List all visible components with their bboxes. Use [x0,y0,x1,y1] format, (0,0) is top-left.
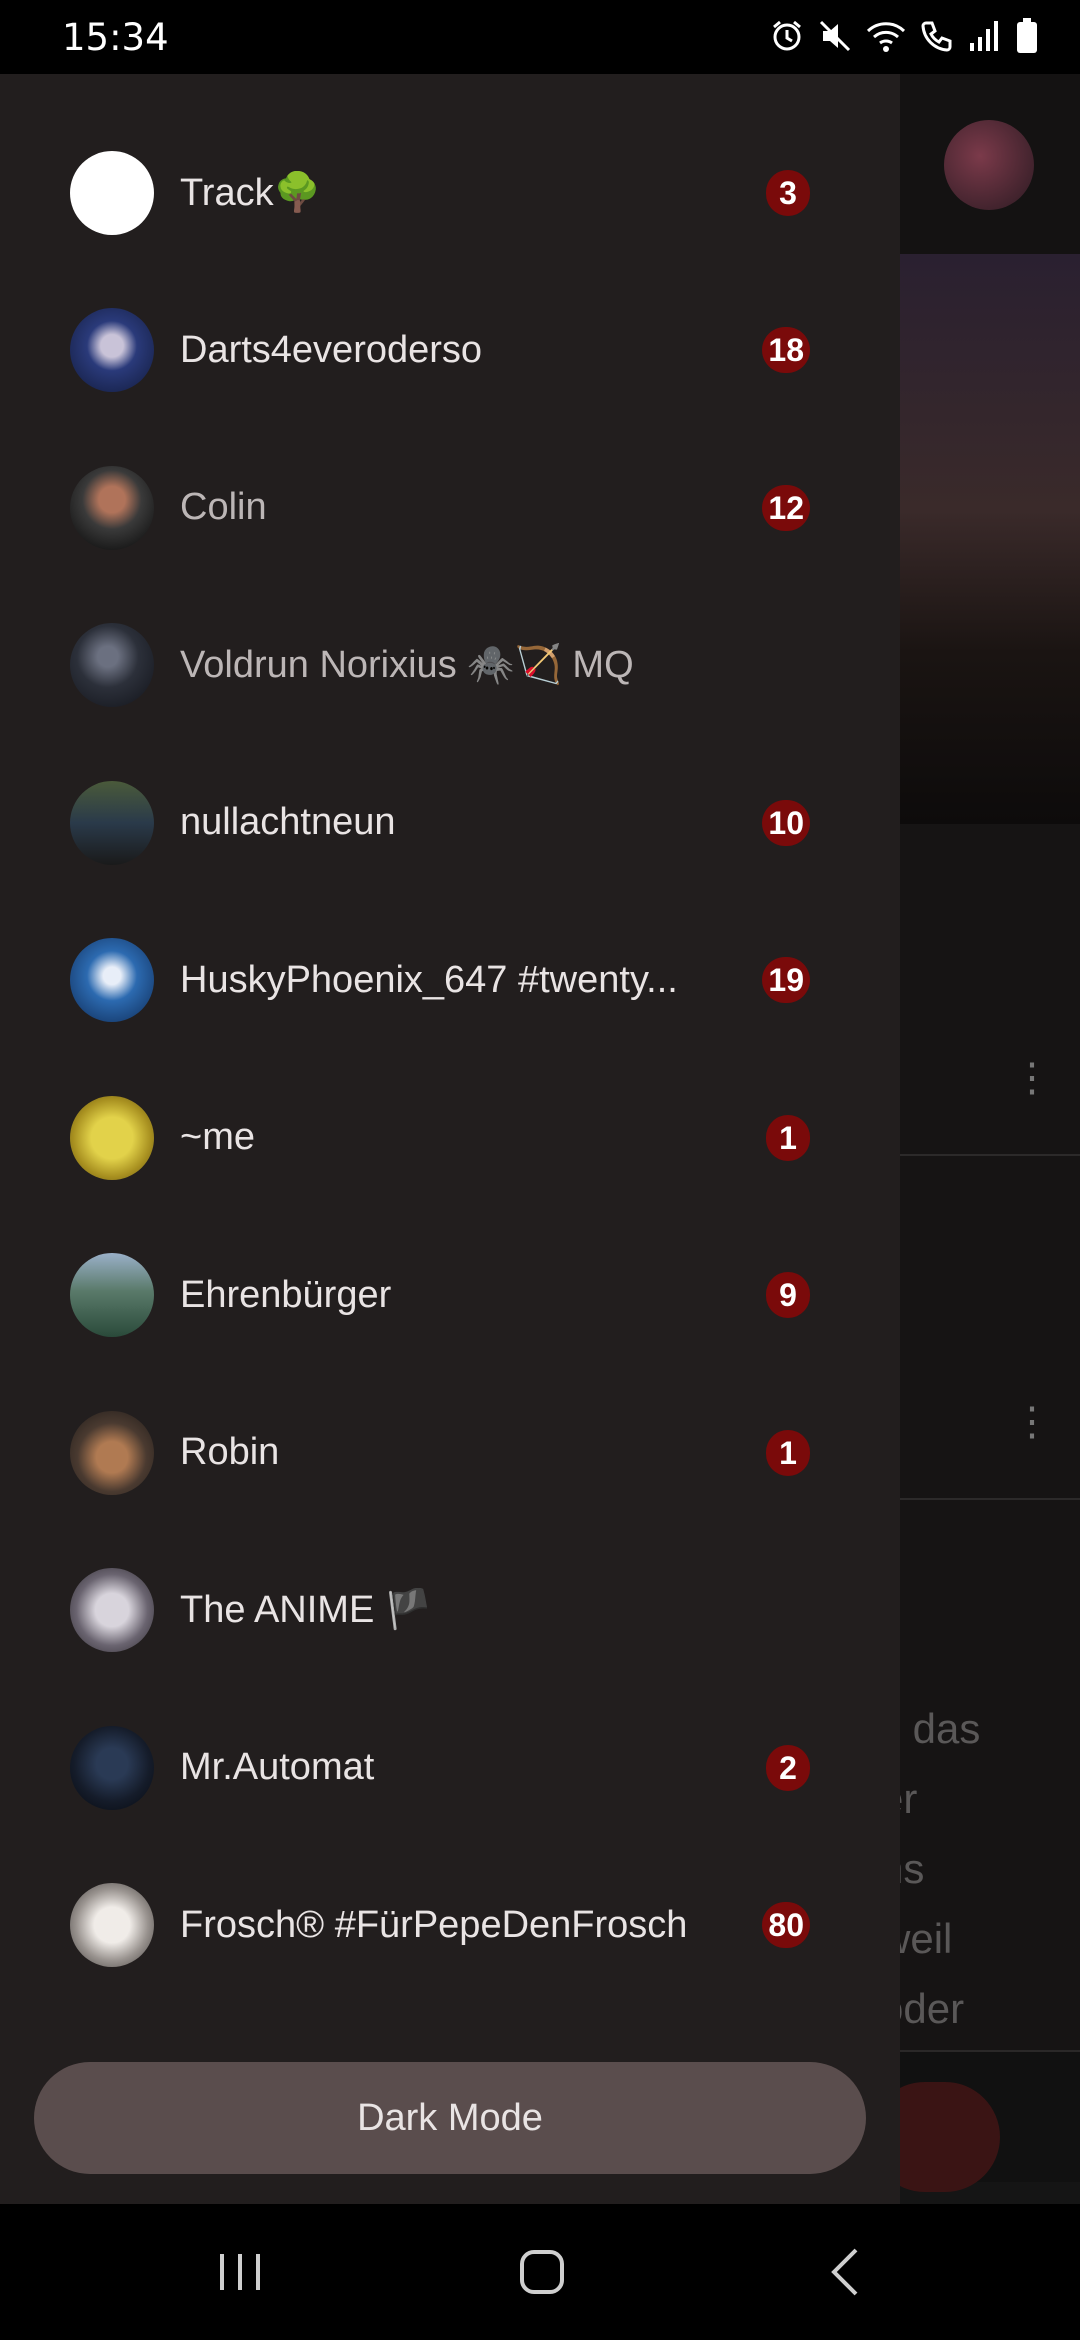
chat-name: Ehrenbürger [180,1273,392,1316]
mute-icon [818,19,852,58]
chat-list-item[interactable]: Darts4everoderso 18 [0,272,900,430]
chat-name: Colin [180,486,267,529]
chat-list-item[interactable]: ~me 1 [0,1059,900,1217]
kebab-menu-icon[interactable]: ⋮ [1012,1058,1052,1098]
chat-name: Darts4everoderso [180,328,483,371]
chat-name: HuskyPhoenix_647 #twenty... [180,958,678,1001]
back-icon[interactable] [806,2232,886,2312]
wifi-icon [866,19,906,58]
chat-avatar [70,1410,154,1495]
kebab-menu-icon[interactable]: ⋮ [1012,1402,1052,1442]
unread-badge: 9 [766,1272,810,1319]
chat-avatar [70,623,154,708]
unread-badge: 3 [766,169,810,216]
home-icon[interactable] [502,2232,582,2312]
dark-mode-button[interactable]: Dark Mode [34,2062,866,2174]
battery-icon [1016,18,1038,59]
chat-avatar [70,150,154,235]
signal-icon [968,19,1002,58]
recent-apps-icon[interactable] [200,2232,280,2312]
unread-badge: 10 [762,799,810,846]
wifi-call-icon [920,19,954,58]
background-divider [900,1498,1080,1500]
chat-list-item[interactable]: Robin 1 [0,1374,900,1532]
unread-badge: 1 [766,1114,810,1161]
chat-list-item[interactable]: Voldrun Norixius 🕷️🏹 MQ [0,587,900,745]
chat-list-item[interactable]: Mr.Automat 2 [0,1689,900,1847]
chat-avatar [70,308,154,393]
chat-list-item[interactable]: Ehrenbürger 9 [0,1217,900,1375]
chat-name: Track🌳 [180,171,321,214]
chat-list-item[interactable]: nullachtneun 10 [0,744,900,902]
unread-badge: 80 [762,1902,810,1949]
chat-avatar [70,465,154,550]
chat-list-item[interactable]: HuskyPhoenix_647 #twenty... 19 [0,902,900,1060]
unread-badge: 18 [762,327,810,374]
chat-avatar [70,1725,154,1810]
status-icons [770,18,1038,59]
chat-name: Mr.Automat [180,1746,375,1789]
chat-list: Track🌳 3 Darts4everoderso 18 Colin 12 Vo… [0,114,900,2004]
alarm-icon [770,19,804,58]
chat-avatar [70,780,154,865]
chat-avatar [70,938,154,1023]
chat-name: Voldrun Norixius 🕷️🏹 MQ [180,644,634,687]
chat-avatar [70,1883,154,1968]
chat-avatar [70,1568,154,1653]
chat-name: nullachtneun [180,801,396,844]
chat-name: Frosch® #FürPepeDenFrosch [180,1903,688,1946]
chat-list-item[interactable]: Frosch® #FürPepeDenFrosch 80 [0,1847,900,2005]
system-navigation-bar [0,2204,1080,2340]
chat-list-item[interactable]: Track🌳 3 [0,114,900,272]
unread-badge: 12 [762,484,810,531]
chat-name: The ANIME 🏴 [180,1589,433,1632]
status-time: 15:34 [62,16,169,59]
unread-badge: 19 [762,957,810,1004]
unread-badge: 2 [766,1744,810,1791]
chat-name: Robin [180,1431,280,1474]
chat-name: ~me [180,1116,255,1159]
chat-avatar [70,1253,154,1338]
chat-avatar [70,1095,154,1180]
navigation-drawer: Track🌳 3 Darts4everoderso 18 Colin 12 Vo… [0,74,900,2204]
chat-list-item[interactable]: Colin 12 [0,429,900,587]
chat-list-item[interactable]: The ANIME 🏴 [0,1532,900,1690]
background-profile-avatar[interactable] [944,120,1034,210]
unread-badge: 1 [766,1429,810,1476]
background-divider [900,1154,1080,1156]
status-bar: 15:34 [0,0,1080,74]
